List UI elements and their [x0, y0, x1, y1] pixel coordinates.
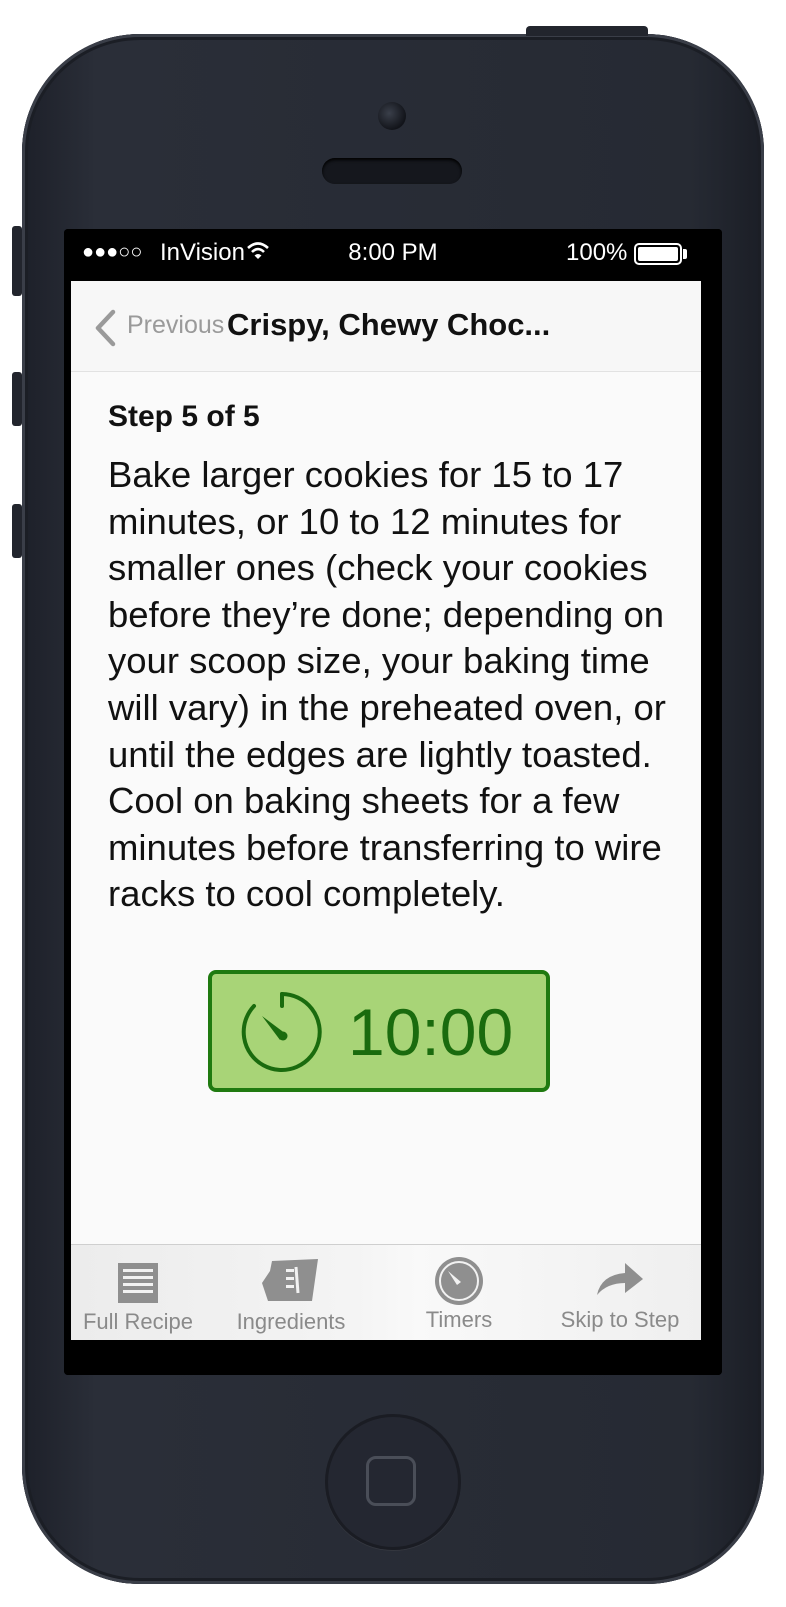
tab-label-ingredients: Ingredients: [236, 1309, 346, 1334]
front-camera: [378, 102, 406, 130]
tab-timers[interactable]: Timers: [401, 1245, 517, 1341]
page-title: Crispy, Chewy Choc...: [227, 307, 551, 342]
timer-duration: 10:00: [348, 995, 514, 1069]
stopwatch-icon: [241, 992, 322, 1072]
screen-bezel-bottom: [64, 1340, 722, 1375]
tab-label-full-recipe: Full Recipe: [82, 1309, 194, 1334]
forward-arrow-icon: [597, 1263, 643, 1295]
screen: ●●●○○ InVision 8:00 PM 100% Previous Cri…: [64, 229, 722, 1375]
stopwatch-icon: [435, 1257, 483, 1305]
home-button-icon: [366, 1456, 416, 1506]
mute-switch: [12, 226, 22, 296]
battery-nub: [683, 249, 687, 259]
volume-up-button: [12, 372, 22, 426]
status-bar: ●●●○○ InVision 8:00 PM 100%: [64, 229, 722, 281]
measuring-cup-icon: [262, 1259, 318, 1301]
chevron-left-icon[interactable]: [93, 309, 117, 347]
tab-ingredients[interactable]: Ingredients: [221, 1245, 361, 1341]
tab-label-skip-to-step: Skip to Step: [560, 1307, 680, 1332]
earpiece-speaker: [322, 158, 462, 184]
previous-button[interactable]: Previous: [127, 311, 224, 340]
start-timer-button[interactable]: 10:00: [208, 970, 550, 1092]
step-content: Step 5 of 5 Bake larger cookies for 15 t…: [71, 372, 701, 1244]
battery-percent: 100%: [566, 239, 628, 266]
tab-skip-to-step[interactable]: Skip to Step: [555, 1245, 685, 1341]
step-counter: Step 5 of 5: [108, 400, 260, 433]
navigation-bar: Previous Crispy, Chewy Choc...: [71, 281, 701, 372]
step-instructions: Bake larger cookies for 15 to 17 minutes…: [108, 454, 666, 915]
power-button: [526, 26, 648, 36]
document-icon: [118, 1263, 158, 1303]
tab-full-recipe[interactable]: Full Recipe: [71, 1245, 205, 1341]
tab-label-timers: Timers: [425, 1307, 493, 1332]
tab-bar: Full Recipe Ingredients Timers Skip to S…: [71, 1244, 701, 1341]
volume-down-button: [12, 504, 22, 558]
battery-icon: [634, 243, 682, 265]
